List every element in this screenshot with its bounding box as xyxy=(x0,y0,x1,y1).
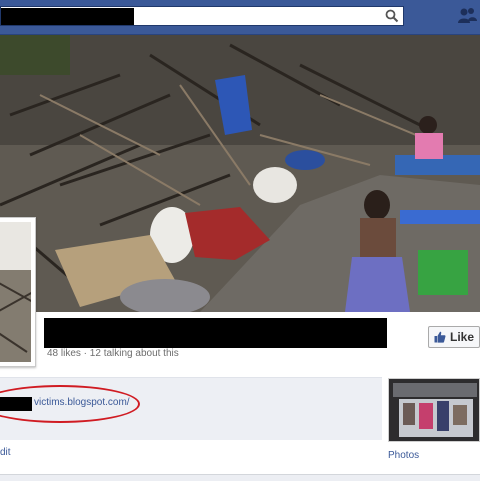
photos-label[interactable]: Photos xyxy=(388,450,419,461)
search-icon[interactable] xyxy=(385,9,399,23)
search-input[interactable] xyxy=(0,6,404,26)
cover-photo[interactable] xyxy=(0,35,480,312)
profile-picture[interactable] xyxy=(0,217,36,367)
like-button[interactable]: Like xyxy=(428,326,480,348)
like-button-label: Like xyxy=(449,330,474,344)
page-title-redacted xyxy=(44,318,387,348)
top-navigation-bar xyxy=(0,0,480,35)
redacted-search-text xyxy=(1,8,134,25)
friend-requests-icon[interactable] xyxy=(456,6,478,26)
photos-thumbnail[interactable] xyxy=(388,378,480,442)
edit-link[interactable]: dit xyxy=(0,447,11,458)
thumbs-up-icon xyxy=(434,331,446,343)
page-stats: 48 likes · 12 talking about this xyxy=(47,348,179,359)
